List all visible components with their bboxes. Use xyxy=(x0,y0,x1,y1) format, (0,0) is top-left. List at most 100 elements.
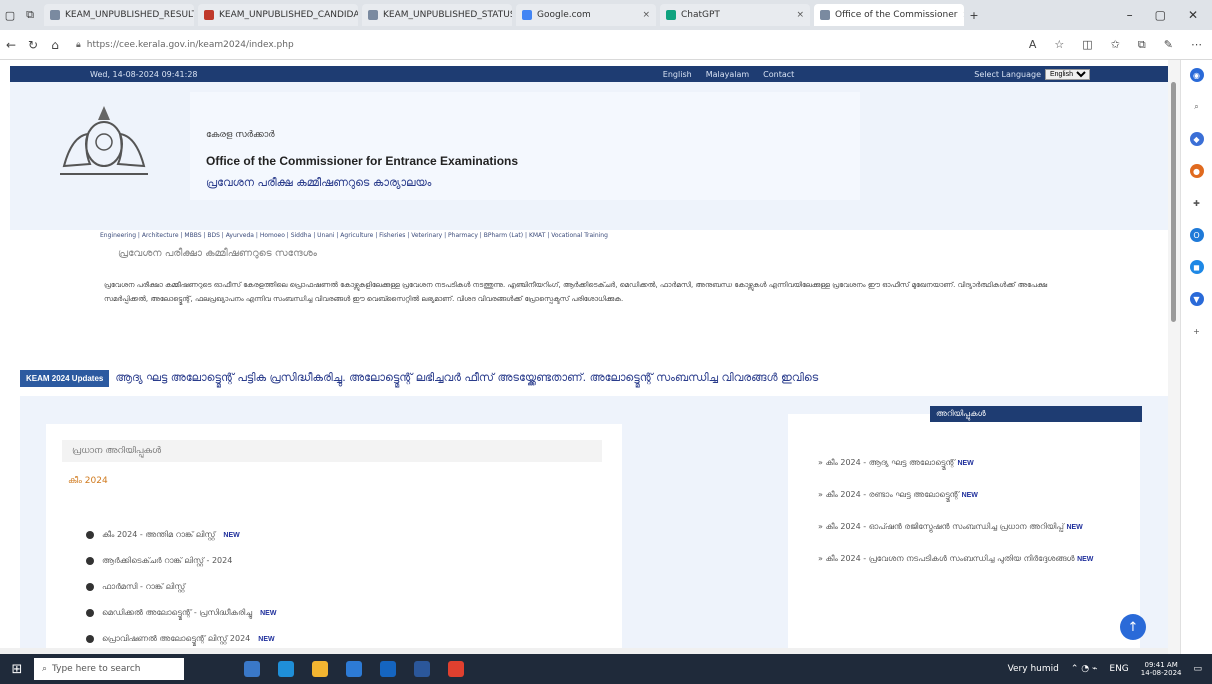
kerala-emblem-icon xyxy=(60,106,148,175)
ticker-text[interactable]: ആദ്യ ഘട്ട അലോട്ട്മെന്റ് പട്ടിക പ്രസിദ്ധീ… xyxy=(115,371,818,385)
weather-text[interactable]: Very humid xyxy=(1008,664,1059,674)
list-item[interactable]: ആർക്കിടെക്ചർ റാങ്ക് ലിസ്റ്റ് - 2024 xyxy=(86,548,276,574)
url-field[interactable]: 🔒︎ https://cee.kerala.gov.in/keam2024/in… xyxy=(76,35,876,55)
favorites-icon[interactable]: ✩ xyxy=(1111,38,1120,52)
vertical-scrollbar[interactable] xyxy=(1168,60,1180,654)
notice-text: മെഡിക്കൽ അലോട്ട്മെന്റ് - പ്രസിദ്ധീകരിച്ച… xyxy=(102,608,253,617)
header-malayalam-line-2: പ്രവേശന പരീക്ഷ കമ്മീഷണറുടെ കാര്യാലയം xyxy=(206,176,432,189)
word-icon[interactable] xyxy=(414,661,430,677)
address-bar: ← ↻ ⌂ 🔒︎ https://cee.kerala.gov.in/keam2… xyxy=(0,30,1212,60)
bullet-icon xyxy=(86,635,94,643)
tab-6-active[interactable]: Office of the Commissioner× xyxy=(814,4,964,26)
outlook-icon[interactable]: ◼ xyxy=(1189,260,1204,274)
windows-start-icon[interactable]: ⊞ xyxy=(0,654,34,684)
tab-label: KEAM_UNPUBLISHED_RESULT xyxy=(65,10,194,20)
games-icon[interactable]: ● xyxy=(1189,164,1204,178)
notice-text: ഫാർമസി - റാങ്ക് ലിസ്റ്റ് xyxy=(102,582,186,591)
window-close-icon[interactable]: ✕ xyxy=(1188,8,1198,22)
favorite-star-icon[interactable]: ☆ xyxy=(1054,38,1064,52)
right-notice-list: » കീം 2024 - ആദ്യ ഘട്ട അലോട്ട്മെന്റ് NEW… xyxy=(818,456,1108,584)
close-icon[interactable]: × xyxy=(642,10,650,20)
notice-text: കീം 2024 - പ്രവേശന നടപടികൾ സംബന്ധിച്ച പു… xyxy=(825,554,1075,563)
new-badge: NEW xyxy=(1066,524,1083,531)
list-item[interactable]: » കീം 2024 - പ്രവേശന നടപടികൾ സംബന്ധിച്ച … xyxy=(818,552,1108,566)
browser-tab-bar: ▢ ⧉ KEAM_UNPUBLISHED_RESULT× KEAM_UNPUBL… xyxy=(0,0,1212,30)
chrome-icon[interactable] xyxy=(448,661,464,677)
bullet-icon xyxy=(86,531,94,539)
date-time: Wed, 14-08-2024 09:41:28 xyxy=(90,69,198,79)
more-icon[interactable]: ⋯ xyxy=(1191,38,1202,52)
tab-actions-icon[interactable]: ⧉ xyxy=(20,4,40,26)
web-page: Wed, 14-08-2024 09:41:28 English Malayal… xyxy=(0,60,1168,648)
read-aloud-icon[interactable]: A xyxy=(1029,38,1037,52)
task-view-icon[interactable] xyxy=(244,661,260,677)
search-placeholder: Type here to search xyxy=(52,664,141,674)
tab-2[interactable]: KEAM_UNPUBLISHED_CANDIDATE× xyxy=(198,4,358,26)
bullet-icon xyxy=(86,583,94,591)
bullet-icon xyxy=(86,609,94,617)
tab-4[interactable]: Google.com × xyxy=(516,4,656,26)
right-panel-header: അറിയിപ്പുകൾ xyxy=(930,406,1142,422)
clock[interactable]: 09:41 AM 14-08-2024 xyxy=(1141,661,1182,677)
back-icon[interactable]: ← xyxy=(0,38,22,52)
tab-3[interactable]: KEAM_UNPUBLISHED_STATUS× xyxy=(362,4,512,26)
collections-icon[interactable]: ⧉ xyxy=(1138,38,1146,52)
store-icon[interactable] xyxy=(346,661,362,677)
tools-icon[interactable]: ✚ xyxy=(1190,196,1204,210)
right-notices-panel: അറിയിപ്പുകൾ » കീം 2024 - ആദ്യ ഘട്ട അലോട്… xyxy=(788,406,1142,648)
add-icon[interactable]: + xyxy=(1190,324,1204,338)
list-item[interactable]: » കീം 2024 - രണ്ടാം ഘട്ട അലോട്ട്മെന്റ് N… xyxy=(818,488,1108,502)
page-title: Office of the Commissioner for Entrance … xyxy=(206,154,519,168)
split-screen-icon[interactable]: ◫ xyxy=(1082,38,1092,52)
windows-taskbar: ⊞ ⌕ Type here to search Very humid ⌃ ◔ ⌁ … xyxy=(0,654,1212,684)
list-item[interactable]: » കീം 2024 - ഓപ്ഷൻ രജിസ്ട്രേഷൻ സംബന്ധിച്… xyxy=(818,520,1108,534)
tab-label: Google.com xyxy=(537,10,591,20)
ticker-badge: KEAM 2024 Updates xyxy=(20,369,110,387)
top-info-strip: Wed, 14-08-2024 09:41:28 English Malayal… xyxy=(10,66,1168,82)
new-badge: NEW xyxy=(260,609,277,617)
content-area: പ്രധാന അറിയിപ്പുകൾ കീം 2024 കീം 2024 - അ… xyxy=(20,396,1168,648)
scroll-thumb[interactable] xyxy=(1171,82,1176,322)
search-icon[interactable]: ⌕ xyxy=(1190,100,1204,114)
language-select[interactable]: English xyxy=(1045,68,1090,80)
mail-icon[interactable] xyxy=(380,661,396,677)
list-item[interactable]: » കീം 2024 - ആദ്യ ഘട്ട അലോട്ട്മെന്റ് NEW xyxy=(818,456,1108,470)
tab-1[interactable]: KEAM_UNPUBLISHED_RESULT× xyxy=(44,4,194,26)
home-icon[interactable]: ⌂ xyxy=(44,38,66,52)
drop-icon[interactable]: ▼ xyxy=(1189,292,1204,306)
language-indicator[interactable]: ENG xyxy=(1109,664,1128,674)
taskbar-search[interactable]: ⌕ Type here to search xyxy=(34,658,184,680)
top-link-malayalam[interactable]: Malayalam xyxy=(706,70,749,79)
tray-icons[interactable]: ⌃ ◔ ⌁ xyxy=(1071,664,1098,674)
tab-5[interactable]: ChatGPT × xyxy=(660,4,810,26)
list-item[interactable]: ഫാർമസി - റാങ്ക് ലിസ്റ്റ് xyxy=(86,574,276,600)
extensions-icon[interactable]: ✎ xyxy=(1164,38,1173,52)
new-badge: NEW xyxy=(957,460,974,467)
maximize-icon[interactable]: ▢ xyxy=(1155,8,1166,22)
tab-favicon xyxy=(666,10,676,20)
list-item[interactable]: പ്രൊവിഷണൽ അലോട്ട്മെന്റ് ലിസ്റ്റ് 2024 NEW xyxy=(86,626,276,648)
edge-icon[interactable] xyxy=(278,661,294,677)
close-icon[interactable]: × xyxy=(796,10,804,20)
shopping-icon[interactable]: ◆ xyxy=(1189,132,1204,146)
copilot-icon[interactable]: ◉ xyxy=(1189,68,1204,82)
list-item[interactable]: മെഡിക്കൽ അലോട്ട്മെന്റ് - പ്രസിദ്ധീകരിച്ച… xyxy=(86,600,276,626)
intro-paragraph: പ്രവേശന പരീക്ഷാ കമ്മീഷണറുടെ ഓഫീസ് കേരളത്… xyxy=(104,281,1048,303)
new-tab-icon[interactable]: + xyxy=(964,4,984,26)
scroll-top-button[interactable]: ↑ xyxy=(1120,614,1146,640)
refresh-icon[interactable]: ↻ xyxy=(22,38,44,52)
bullet-icon xyxy=(86,557,94,565)
top-link-contact[interactable]: Contact xyxy=(763,70,794,79)
notices-panel: പ്രധാന അറിയിപ്പുകൾ കീം 2024 കീം 2024 - അ… xyxy=(46,424,622,648)
language-label: Select Language xyxy=(974,69,1041,79)
tab-label: Office of the Commissioner xyxy=(835,10,958,20)
office-icon[interactable]: O xyxy=(1189,228,1204,242)
top-link-english[interactable]: English xyxy=(663,70,692,79)
notification-icon[interactable]: ▭ xyxy=(1193,664,1202,674)
main-menu[interactable]: Engineering | Architecture | MBBS | BDS … xyxy=(100,232,608,239)
tab-label: ChatGPT xyxy=(681,10,720,20)
list-item[interactable]: കീം 2024 - അന്തിമ റാങ്ക് ലിസ്റ്റ് NEW xyxy=(86,522,276,548)
minimize-icon[interactable]: – xyxy=(1127,8,1133,22)
file-explorer-icon[interactable] xyxy=(312,661,328,677)
window-menu-icon[interactable]: ▢ xyxy=(0,4,20,26)
